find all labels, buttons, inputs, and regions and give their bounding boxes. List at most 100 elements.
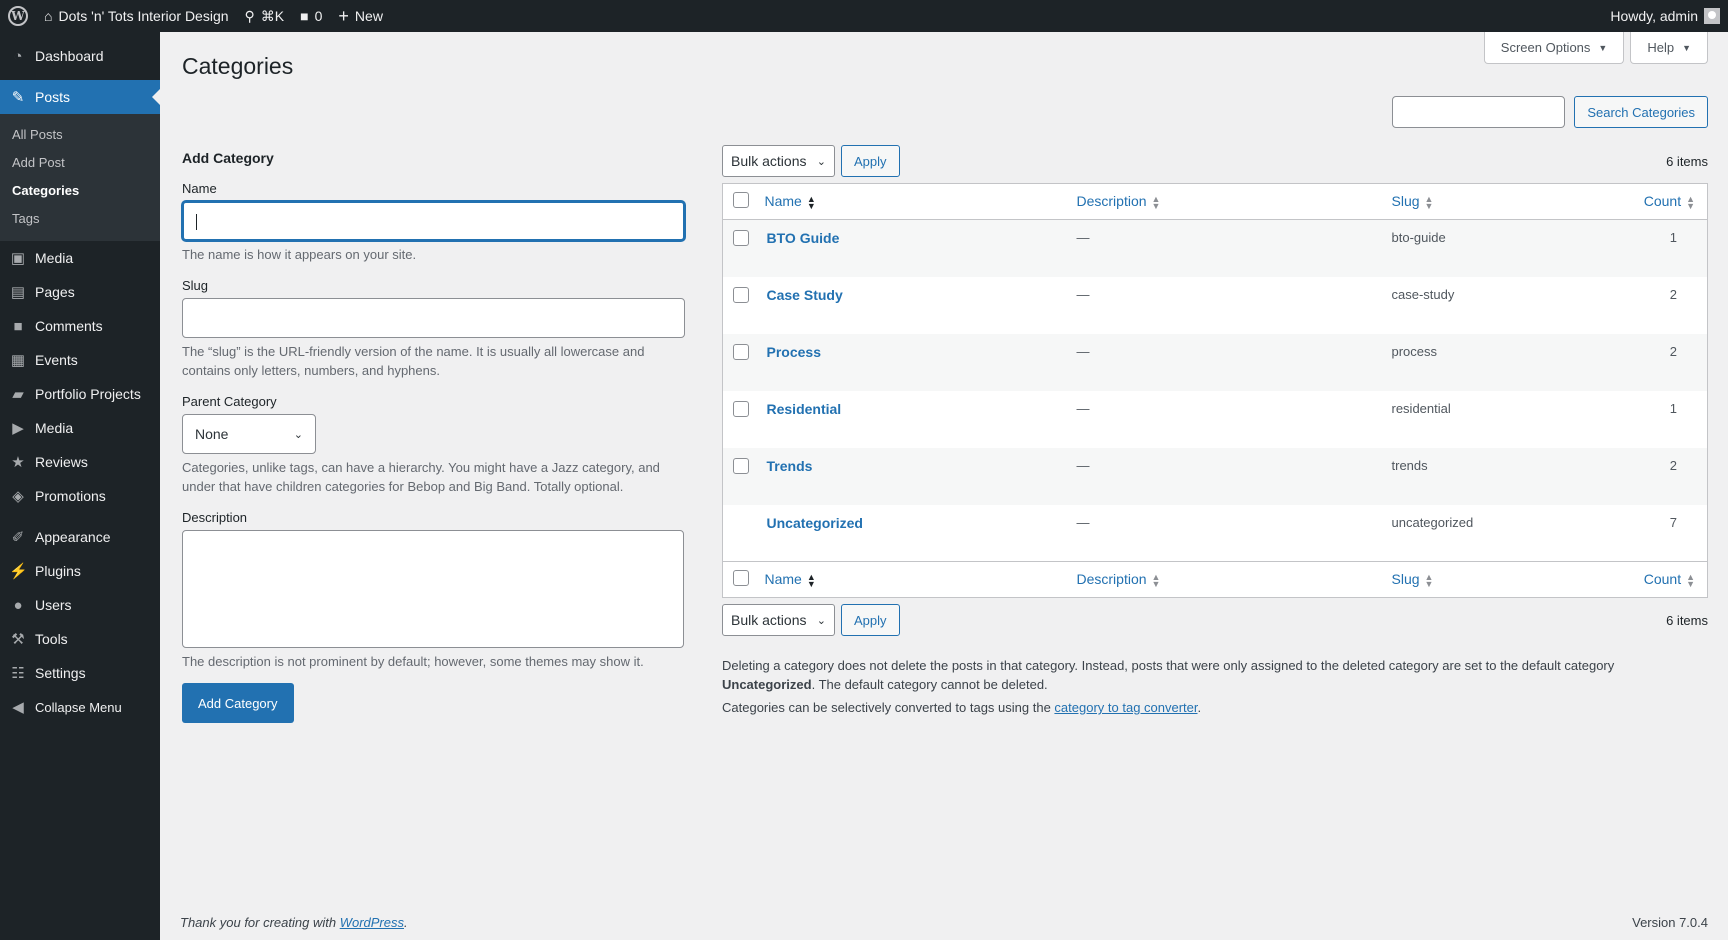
menu-promotions[interactable]: ◈ Promotions xyxy=(0,479,160,513)
row-checkbox[interactable] xyxy=(733,457,749,474)
menu-pages[interactable]: ▤ Pages xyxy=(0,275,160,309)
menu-portfolio-projects[interactable]: ▰ Portfolio Projects xyxy=(0,377,160,411)
new-content-menu[interactable]: + New xyxy=(330,0,391,32)
row-count-link[interactable]: 1 xyxy=(1622,391,1708,448)
menu-users[interactable]: ● Users xyxy=(0,588,160,622)
column-slug-footer[interactable]: Slug ▲ ▼ xyxy=(1391,561,1622,598)
category-to-tag-converter-link[interactable]: category to tag converter xyxy=(1054,700,1197,715)
menu-reviews[interactable]: ★ Reviews xyxy=(0,445,160,479)
category-name-link[interactable]: Residential xyxy=(765,401,842,417)
note-text: . xyxy=(1197,700,1202,715)
row-count-link[interactable]: 1 xyxy=(1621,219,1708,277)
site-name-link[interactable]: ⌂ Dots 'n' Tots Interior Design xyxy=(36,0,237,32)
category-name-link[interactable]: Uncategorized xyxy=(765,515,863,531)
bulk-actions-value: Bulk actions xyxy=(731,612,807,628)
menu-events[interactable]: ▦ Events xyxy=(0,343,160,377)
submenu-add-post[interactable]: Add Post xyxy=(0,149,160,177)
menu-dashboard[interactable]: ◔ Dashboard xyxy=(0,39,160,73)
submenu-categories[interactable]: Categories xyxy=(0,177,160,205)
wordpress-logo-icon: W xyxy=(8,6,28,26)
command-search[interactable]: ⚲ ⌘K xyxy=(237,0,293,32)
settings-icon: ☷ xyxy=(11,665,25,682)
footer-thanks-text: Thank you for creating with xyxy=(180,915,340,930)
row-count-link[interactable]: 2 xyxy=(1621,447,1708,505)
menu-appearance[interactable]: ✐ Appearance xyxy=(0,520,160,554)
select-all-checkbox[interactable] xyxy=(733,192,749,208)
sort-arrows-icon: ▲ ▼ xyxy=(806,571,816,589)
menu-media[interactable]: ▣ Media xyxy=(0,241,160,275)
dashboard-icon: ◔ xyxy=(13,47,23,65)
search-shortcut: ⌘K xyxy=(260,7,285,24)
collapse-menu-button[interactable]: ◀ Collapse Menu xyxy=(0,690,160,724)
menu-media-video[interactable]: ▶ Media xyxy=(0,411,160,445)
row-checkbox[interactable] xyxy=(733,230,749,246)
menu-tools[interactable]: ⚒ Tools xyxy=(0,622,160,656)
row-description: — xyxy=(1076,219,1392,277)
column-description-footer[interactable]: Description ▲ ▼ xyxy=(1076,561,1392,598)
categories-list: Bulk actions ⌄ Apply 6 items Name ▲ ▼ Descr… xyxy=(722,145,1708,717)
select-all-checkbox-bottom[interactable] xyxy=(733,570,749,586)
submenu-all-posts[interactable]: All Posts xyxy=(0,121,160,149)
row-checkbox[interactable] xyxy=(733,400,749,417)
column-name-footer[interactable]: Name ▲ ▼ xyxy=(764,561,1077,598)
name-label: Name xyxy=(182,181,217,196)
row-count-link[interactable]: 7 xyxy=(1622,505,1708,562)
add-category-button[interactable]: Add Category xyxy=(182,683,294,723)
screen-options-button[interactable]: Screen Options ▼ xyxy=(1483,32,1625,64)
note-text: . The default category cannot be deleted… xyxy=(811,677,1048,692)
table-row: BTO Guide — bto-guide 1 xyxy=(722,219,1708,277)
pages-icon: ▤ xyxy=(10,284,26,301)
apply-button-bottom[interactable]: Apply xyxy=(841,604,900,636)
row-description: — xyxy=(1076,333,1392,391)
name-input[interactable] xyxy=(182,201,685,241)
column-count-header[interactable]: Count ▲ ▼ xyxy=(1621,183,1708,220)
menu-label: Events xyxy=(35,352,78,368)
category-name-link[interactable]: BTO Guide xyxy=(765,230,840,246)
comments-link[interactable]: ■ 0 xyxy=(292,0,330,32)
bulk-actions-select-bottom[interactable]: Bulk actions ⌄ xyxy=(722,604,835,636)
comments-count: 0 xyxy=(314,8,323,24)
category-name-link[interactable]: Case Study xyxy=(765,287,843,303)
tablenav-top: Bulk actions ⌄ Apply 6 items xyxy=(722,145,1708,177)
row-description: — xyxy=(1076,447,1392,505)
menu-comments[interactable]: ■ Comments xyxy=(0,309,160,343)
search-input[interactable] xyxy=(1392,96,1566,128)
column-description-header[interactable]: Description ▲ ▼ xyxy=(1076,183,1392,220)
help-button[interactable]: Help ▼ xyxy=(1630,32,1708,64)
bulk-actions-value: Bulk actions xyxy=(731,153,807,169)
slug-label: Slug xyxy=(182,278,209,293)
my-account-menu[interactable]: Howdy, admin xyxy=(1602,0,1728,32)
column-count-footer[interactable]: Count ▲ ▼ xyxy=(1621,561,1708,598)
row-checkbox[interactable] xyxy=(733,286,749,303)
wp-logo-menu[interactable]: W xyxy=(0,0,36,32)
search-categories-button[interactable]: Search Categories xyxy=(1574,96,1708,128)
menu-label: Media xyxy=(35,420,74,436)
star-icon: ★ xyxy=(11,454,25,471)
menu-plugins[interactable]: ⚡ Plugins xyxy=(0,554,160,588)
submenu-tags[interactable]: Tags xyxy=(0,205,160,233)
column-slug-header[interactable]: Slug ▲ ▼ xyxy=(1391,183,1622,220)
wordpress-link[interactable]: WordPress xyxy=(340,915,404,930)
row-slug: process xyxy=(1391,333,1622,391)
slug-input[interactable] xyxy=(182,298,685,338)
users-icon: ● xyxy=(13,596,23,614)
row-count-link[interactable]: 2 xyxy=(1621,333,1708,391)
description-textarea[interactable] xyxy=(182,530,684,648)
caret-down-icon: ▼ xyxy=(1682,42,1691,53)
brush-icon: ✐ xyxy=(11,529,25,546)
apply-button[interactable]: Apply xyxy=(841,145,900,177)
row-name-cell: Uncategorized xyxy=(765,505,1077,562)
parent-category-select[interactable]: None ⌄ xyxy=(182,414,316,454)
menu-settings[interactable]: ☷ Settings xyxy=(0,656,160,690)
converter-note: Categories can be selectively converted … xyxy=(722,698,1708,717)
category-name-link[interactable]: Trends xyxy=(765,458,813,474)
column-name-header[interactable]: Name ▲ ▼ xyxy=(764,183,1077,220)
row-name-cell: Residential xyxy=(765,391,1077,448)
row-checkbox[interactable] xyxy=(733,343,749,360)
category-name-link[interactable]: Process xyxy=(765,344,821,360)
row-count-link[interactable]: 2 xyxy=(1622,277,1708,334)
menu-posts[interactable]: ✎ Posts xyxy=(0,80,160,114)
column-description-label: Description xyxy=(1076,193,1147,210)
table-row: Case Study — case-study 2 xyxy=(723,277,1708,334)
bulk-actions-select[interactable]: Bulk actions ⌄ xyxy=(722,145,835,177)
